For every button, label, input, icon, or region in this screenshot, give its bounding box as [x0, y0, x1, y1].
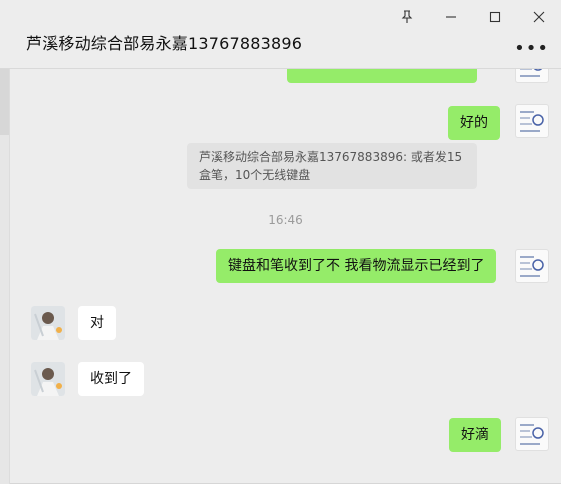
minimize-icon[interactable]: [429, 0, 473, 34]
pin-icon[interactable]: [385, 0, 429, 34]
maximize-icon[interactable]: [473, 0, 517, 34]
contact-avatar[interactable]: [31, 306, 65, 340]
timestamp: 16:46: [268, 213, 303, 227]
scrollbar-thumb[interactable]: [0, 69, 9, 135]
message-bubble[interactable]: 好滴: [449, 418, 501, 452]
self-avatar[interactable]: [515, 69, 549, 83]
message-bubble[interactable]: 键盘和笔收到了不 我看物流显示已经到了: [216, 249, 497, 283]
message-bubble-clipped[interactable]: [287, 69, 477, 83]
self-avatar[interactable]: [515, 249, 549, 283]
chat-title: 芦溪移动综合部易永嘉13767883896: [26, 34, 303, 53]
contact-avatar[interactable]: [31, 362, 65, 396]
self-avatar[interactable]: [515, 417, 549, 451]
self-avatar[interactable]: [515, 104, 549, 138]
message-bubble[interactable]: 好的: [448, 106, 500, 140]
message-list[interactable]: 好的 芦溪移动综合部易永嘉13767883896: 或者发15盒笔，10个无线键…: [10, 69, 561, 484]
close-icon[interactable]: [517, 0, 561, 34]
conversation-list-edge: [0, 69, 10, 484]
chat-header: 芦溪移动综合部易永嘉13767883896 •••: [0, 0, 561, 69]
message-bubble[interactable]: 对: [78, 306, 116, 340]
message-bubble[interactable]: 收到了: [78, 362, 144, 396]
window-controls: [385, 0, 561, 34]
more-options-button[interactable]: •••: [514, 40, 549, 58]
quoted-message[interactable]: 芦溪移动综合部易永嘉13767883896: 或者发15盒笔，10个无线键盘: [187, 143, 477, 189]
